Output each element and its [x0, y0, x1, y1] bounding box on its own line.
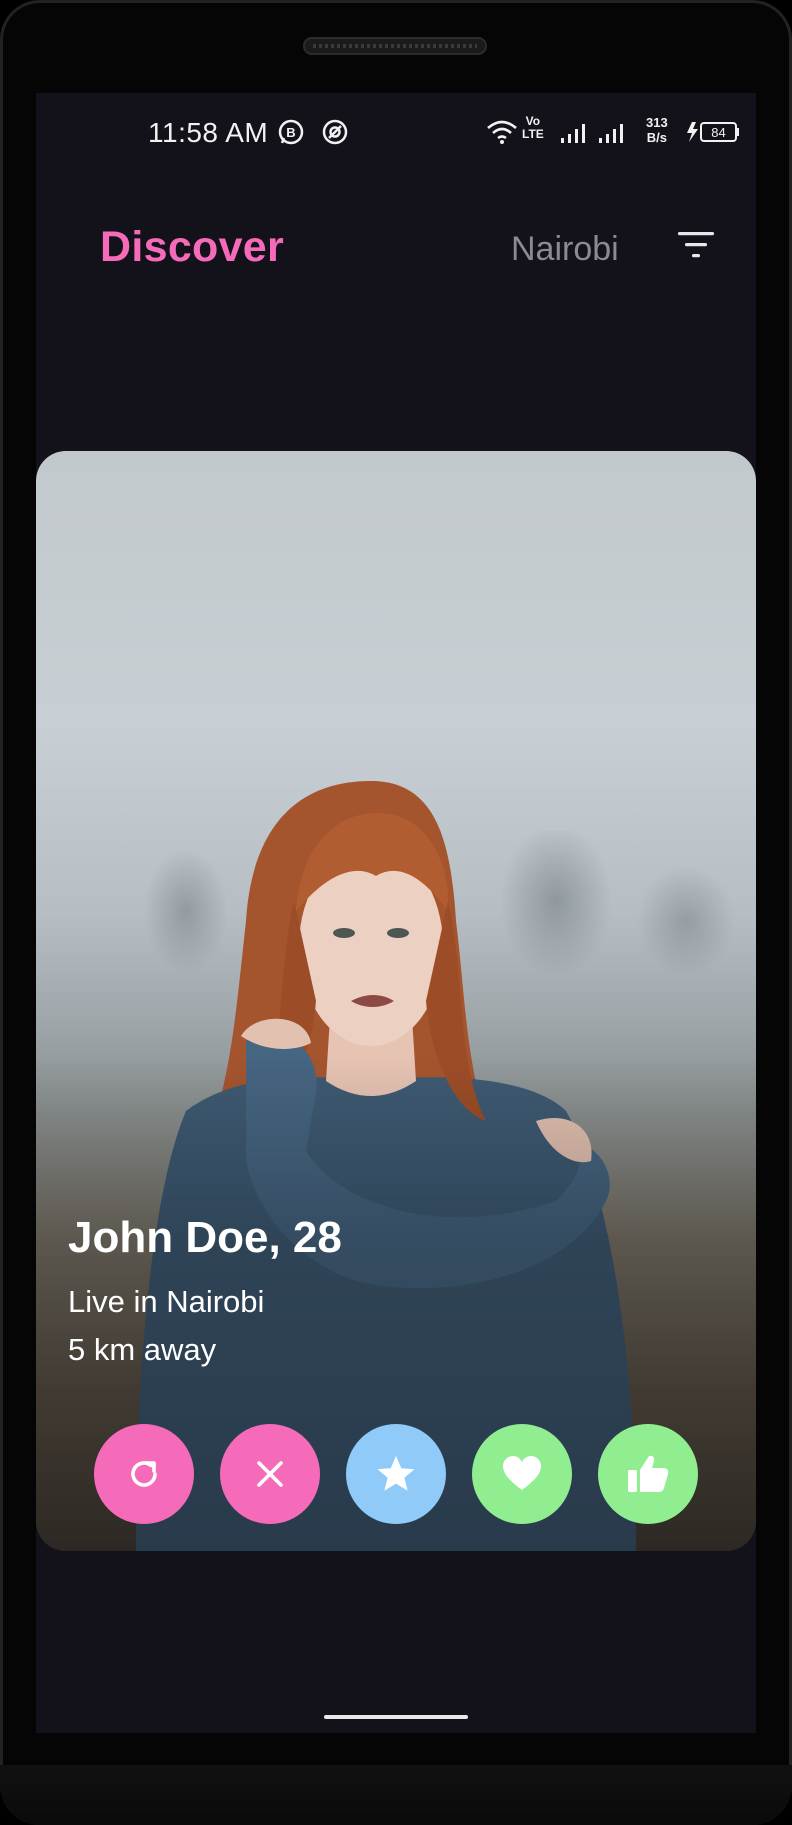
status-time: 11:58 AM [148, 117, 269, 148]
rewind-button[interactable] [94, 1424, 194, 1524]
profile-name-age: John Doe, 28 [68, 1213, 342, 1262]
action-bar [94, 1424, 704, 1524]
status-bar: 11:58 AM B Vo LTE 313 B/s 84 [36, 93, 756, 153]
wifi-icon [487, 120, 517, 144]
profile-card[interactable]: John Doe, 28 Live in Nairobi 5 km away [36, 451, 756, 1551]
app-header: Discover Nairobi [36, 203, 756, 283]
data-saver-icon [322, 119, 348, 145]
svg-text:B: B [286, 125, 295, 140]
phone-chin [0, 1765, 792, 1825]
thumbs-up-icon [628, 1455, 669, 1492]
like-button[interactable] [472, 1424, 572, 1524]
nope-button[interactable] [220, 1424, 320, 1524]
network-speed: 313 B/s [646, 115, 668, 145]
phone-frame: 11:58 AM B Vo LTE 313 B/s 84 Discover Na… [0, 0, 792, 1825]
status-indicators: Vo LTE 313 B/s 84 [486, 111, 756, 151]
thumbs-up-button[interactable] [598, 1424, 698, 1524]
profile-location: Live in Nairobi [68, 1284, 265, 1319]
refresh-icon [131, 1461, 157, 1487]
profile-distance: 5 km away [68, 1332, 217, 1367]
close-icon [257, 1461, 283, 1487]
super-like-button[interactable] [346, 1424, 446, 1524]
battery-charging-icon: 84 [687, 122, 739, 142]
filter-icon[interactable] [676, 225, 716, 265]
app-screen: 11:58 AM B Vo LTE 313 B/s 84 Discover Na… [36, 93, 756, 1733]
phone-speaker [303, 37, 487, 55]
home-indicator[interactable] [324, 1715, 468, 1719]
page-title: Discover [100, 223, 285, 271]
location-selector[interactable]: Nairobi [511, 230, 619, 269]
volte-indicator: Vo LTE [522, 114, 544, 141]
star-icon [377, 1456, 415, 1491]
whatsapp-business-icon: B [278, 119, 304, 145]
heart-icon [503, 1456, 541, 1490]
signal-icon [599, 124, 623, 143]
battery-level: 84 [711, 125, 725, 140]
signal-icon [561, 124, 585, 143]
